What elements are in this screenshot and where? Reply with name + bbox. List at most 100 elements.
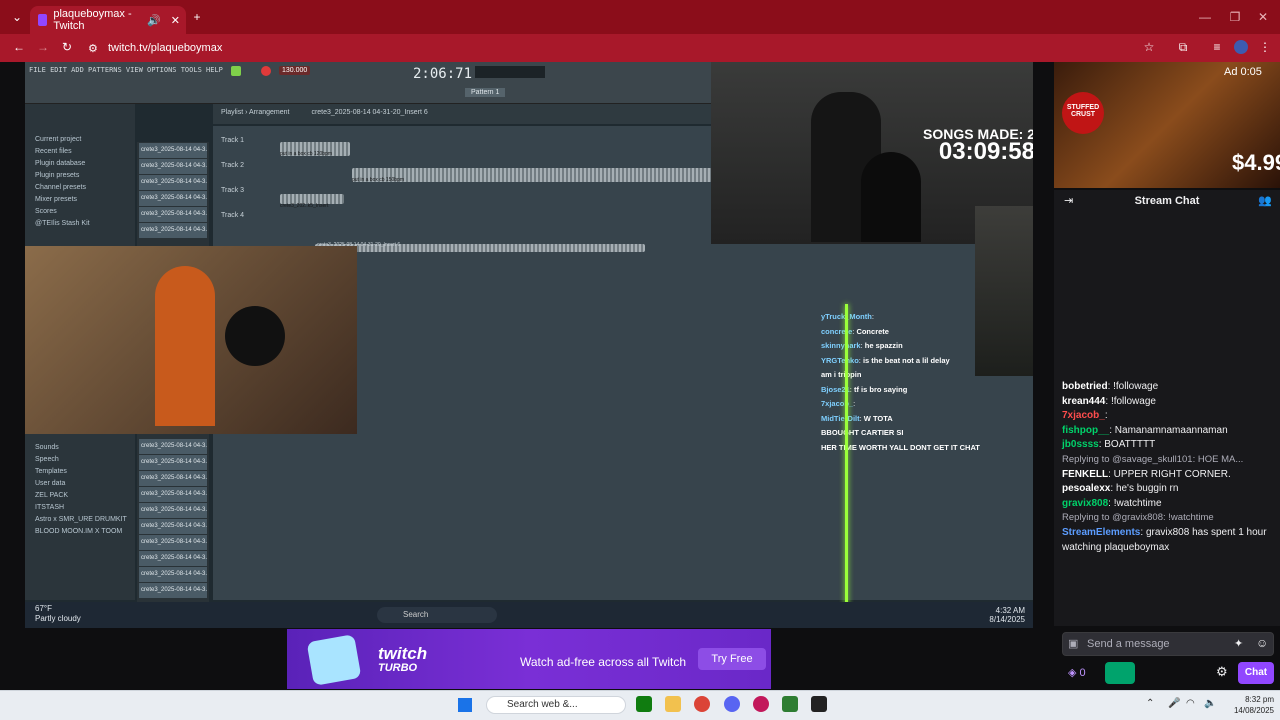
tray-chevron-icon[interactable]: ⌃ <box>1146 698 1154 709</box>
chat-username[interactable]: gravix808 <box>1062 498 1108 509</box>
browser-item: Recent files <box>35 148 72 155</box>
browser-item: BLOOD MOON.IM X TOOM <box>35 528 123 535</box>
os-time: 8:32 pm <box>1245 695 1274 704</box>
video-player[interactable]: FILE EDIT ADD PATTERNS VIEW OPTIONS TOOL… <box>25 62 1033 628</box>
chat-message-text: BOATTTTT <box>1104 439 1156 451</box>
wifi-icon[interactable]: ◠ <box>1186 698 1195 709</box>
ad-price: $4.99 <box>1232 150 1280 175</box>
cod-icon[interactable] <box>811 696 827 712</box>
chat-message: Replying to @savage_skull101: HOE MA... <box>1062 453 1272 468</box>
chat-badge-icon[interactable]: ▣ <box>1068 637 1078 650</box>
turbo-logo: twitch TURBO <box>378 645 427 676</box>
pattern-item: crete3_2025-08-14 04-3.. <box>139 503 207 518</box>
try-free-button[interactable]: Try Free <box>698 648 766 670</box>
pattern-item: crete3_2025-08-14 04-3.. <box>139 207 207 222</box>
chat-username[interactable]: bobetried <box>1062 381 1108 392</box>
tab-close-icon[interactable]: ✕ <box>171 14 180 27</box>
fl-track-labels: Track 1 Track 2 Track 3 Track 4 <box>213 128 273 228</box>
overlay-chat-line: HER TIME WORTH YALL DONT GET IT CHAT <box>821 443 1011 458</box>
browser-tab[interactable]: plaqueboymax - Twitch 🔊 ✕ <box>30 6 186 34</box>
browser-item: Scores <box>35 208 57 215</box>
pattern-item: crete3_2025-08-14 04-3.. <box>139 159 207 174</box>
track-label: Track 3 <box>221 187 245 194</box>
overlay-chat-line: am i trippin <box>821 370 1011 385</box>
maximize-icon[interactable]: ❐ <box>1226 10 1244 24</box>
weather-temp: 67°F <box>35 604 52 613</box>
chrome-icon[interactable] <box>694 696 710 712</box>
chat-upper-area <box>1054 212 1280 376</box>
discord-icon[interactable] <box>724 696 740 712</box>
chat-message: FENKELL: UPPER RIGHT CORNER. <box>1062 468 1231 480</box>
chat-username[interactable]: FENKELL <box>1062 469 1108 480</box>
fl-browser-lower: Sounds Speech Templates User data ZEL PACK IT… <box>25 438 135 600</box>
track-label: Track 1 <box>221 137 245 144</box>
chat-username[interactable]: jb0ssss <box>1062 439 1099 450</box>
media-icon[interactable]: ≡ <box>1208 40 1226 54</box>
clip-label-2: put in a box cb 150bpm <box>352 177 404 183</box>
minimize-icon[interactable]: — <box>1196 10 1214 24</box>
track-label: Track 4 <box>221 212 245 219</box>
browser-item: Current project <box>35 136 82 143</box>
tab-list-icon[interactable]: ⌄ <box>8 10 26 24</box>
extensions-icon[interactable]: ⧉ <box>1174 40 1192 55</box>
pattern-item: crete3_2025-08-14 04-3.. <box>139 439 207 454</box>
os-clock[interactable]: 8:32 pm 14/08/2025 <box>1222 694 1274 716</box>
emote-picker-icon[interactable]: ☺ <box>1256 636 1268 650</box>
channel-points[interactable]: ◈ 0 <box>1068 666 1086 679</box>
browser-item: ITSTASH <box>35 504 65 511</box>
new-tab-button[interactable]: + <box>188 10 206 24</box>
chat-username[interactable]: pesoalexx <box>1062 483 1110 494</box>
chat-username[interactable]: 7xjacob_ <box>1062 410 1105 421</box>
fl-song-time: 2:06:71 <box>413 66 473 82</box>
overlay-chat-line: MidTierDilt: W TOTA <box>821 413 893 423</box>
chrome-profile-icon[interactable] <box>753 696 769 712</box>
chat-header: ⇥ Stream Chat 👥 <box>1054 190 1280 212</box>
forward-icon[interactable]: → <box>34 40 52 54</box>
tab-audio-icon[interactable]: 🔊 <box>147 14 161 27</box>
chat-username[interactable]: StreamElements <box>1062 527 1140 538</box>
mic-icon[interactable]: 🎤 <box>1168 698 1180 709</box>
chat-title: Stream Chat <box>1134 195 1200 207</box>
browser-item: Channel presets <box>35 184 86 191</box>
browser-item: @TEIlis Stash Kit <box>35 220 90 227</box>
chat-send-button[interactable]: Chat <box>1238 662 1274 684</box>
pattern-item: crete3_2025-08-14 04-3.. <box>139 143 207 158</box>
chat-message: krean444: !followage <box>1062 395 1156 407</box>
back-icon[interactable]: ← <box>10 40 28 54</box>
pattern-item: crete3_2025-08-14 04-3.. <box>139 191 207 206</box>
chat-message: pesoalexx: he's buggin rn <box>1062 483 1179 495</box>
chat-message-text: Replying to @gravix808: !watchtime <box>1062 512 1214 524</box>
claim-bonus-button[interactable] <box>1105 662 1135 684</box>
pattern-item: crete3_2025-08-14 04-3.. <box>139 567 207 582</box>
fl-play-icon <box>231 66 241 76</box>
overlay-chat-message: he spazzin <box>864 341 903 350</box>
chat-sparkle-icon[interactable]: ✦ <box>1234 637 1243 650</box>
reload-icon[interactable]: ↻ <box>58 40 76 54</box>
volume-icon[interactable]: 🔈 <box>1204 698 1216 709</box>
audio-clip-1: put in a box cb 120bpm <box>280 142 350 157</box>
file-explorer-icon[interactable] <box>665 696 681 712</box>
profile-avatar[interactable] <box>1234 40 1248 54</box>
pattern-item: crete3_2025-08-14 04-3.. <box>139 551 207 566</box>
chat-users-icon[interactable]: 👥 <box>1258 190 1272 212</box>
browser-menu-icon[interactable]: ⋮ <box>1256 40 1274 54</box>
overlay-chat-user: 7xjacob_ <box>821 399 854 408</box>
fl-toolbar: FILE EDIT ADD PATTERNS VIEW OPTIONS TOOL… <box>25 62 715 104</box>
site-info-icon[interactable]: ⚙ <box>88 42 98 55</box>
close-window-icon[interactable]: ✕ <box>1254 10 1272 24</box>
url-field[interactable]: ⚙ twitch.tv/plaqueboymax <box>84 38 1164 58</box>
app-icon[interactable] <box>782 696 798 712</box>
bookmark-star-icon[interactable]: ☆ <box>1140 40 1158 54</box>
os-search-box[interactable]: Search web &... <box>486 696 626 714</box>
chat-username[interactable]: fishpop__ <box>1062 425 1109 436</box>
browser-item: Plugin presets <box>35 172 80 179</box>
chat-message: 7xjacob_: <box>1062 410 1108 422</box>
collapse-chat-icon[interactable]: ⇥ <box>1064 190 1073 212</box>
turbo-text: Watch ad-free across all Twitch <box>520 655 687 669</box>
windows-start-icon[interactable] <box>458 698 472 712</box>
chat-settings-icon[interactable]: ⚙ <box>1216 664 1228 680</box>
xbox-icon[interactable] <box>636 696 652 712</box>
microphone-icon <box>225 306 285 366</box>
chat-username[interactable]: krean444 <box>1062 396 1105 407</box>
overlay-chat-line: skinnyhark: he spazzin <box>821 341 903 350</box>
